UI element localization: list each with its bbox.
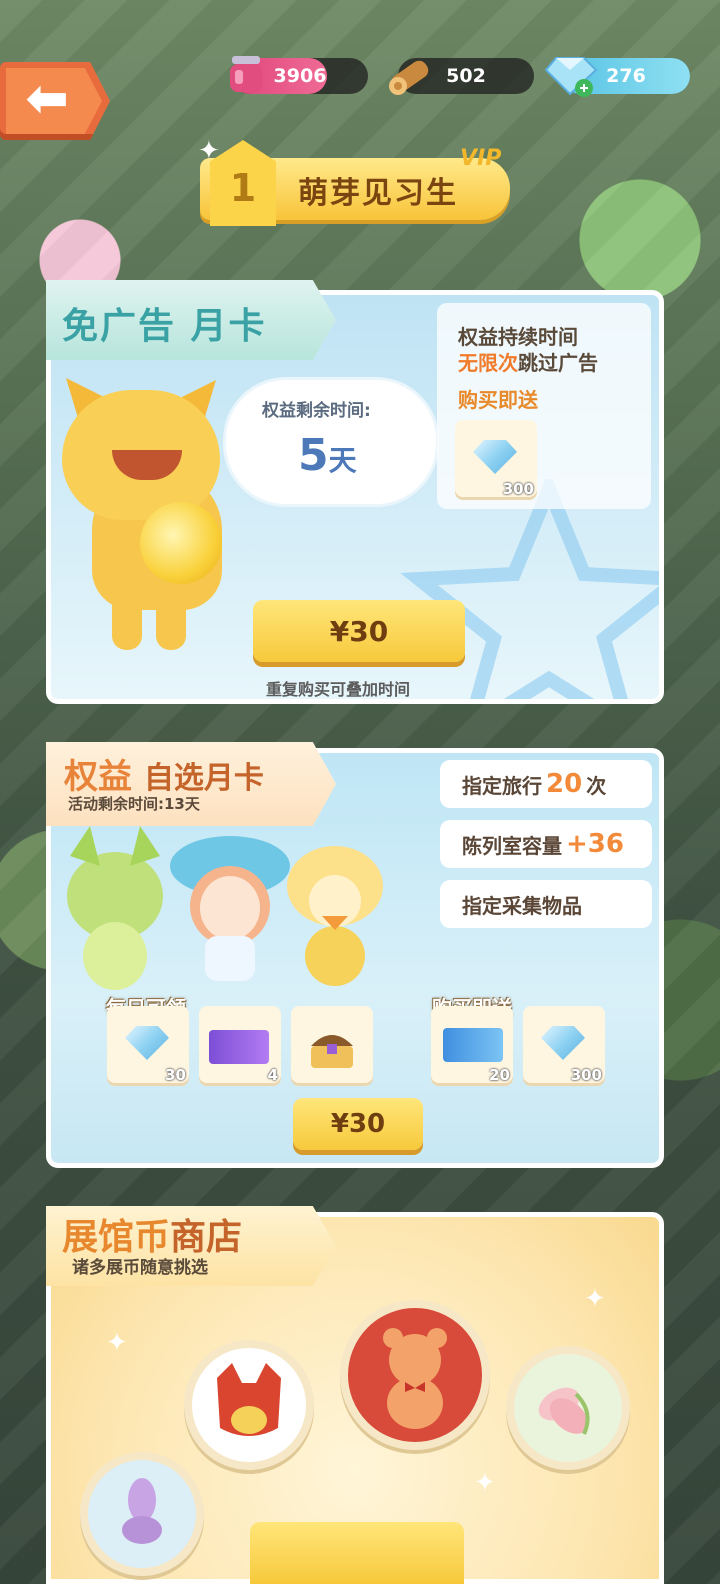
remaining-days: 5天 (298, 430, 357, 481)
jam-jar-icon (226, 52, 266, 96)
custom-card-title: 权益 自选月卡 (64, 757, 264, 797)
lavender-plant-icon (122, 1478, 162, 1544)
vip-tag: VIP (460, 146, 502, 171)
fox-mask-icon (217, 1363, 281, 1436)
remaining-time-label: 权益剩余时间: (262, 401, 371, 421)
shop-item-plant[interactable] (80, 1452, 204, 1576)
benefit-skip-ads: 无限次跳过广告 (458, 351, 598, 375)
characters-illustration (67, 826, 383, 990)
sparkle-icon: ✦ (474, 1468, 496, 1498)
teddy-bear-icon (383, 1328, 447, 1429)
shop-item-flower[interactable] (506, 1346, 630, 1470)
perk-showroom-capacity: 陈列室容量 +36 (440, 820, 652, 868)
coin-shop-subtitle: 诸多展币随意挑选 (72, 1258, 208, 1278)
bonus-ticket-slot[interactable]: 20 (431, 1006, 513, 1086)
pink-flower-icon (538, 1387, 590, 1435)
sparkle-icon: ✦ (198, 136, 220, 166)
sparkle-icon: ✦ (584, 1284, 606, 1314)
chest-icon (311, 1035, 353, 1068)
perk-travel: 指定旅行 20 次 (440, 760, 652, 808)
ticket-purple-icon (209, 1030, 269, 1064)
jam-count: 3906 (273, 65, 327, 87)
bonus-gem-slot[interactable]: 300 (455, 420, 537, 500)
bonus-label: 购买即送 (458, 388, 538, 412)
shop-item-fox[interactable] (184, 1340, 314, 1470)
ad-free-card-title: 免广告 月卡 (62, 306, 267, 347)
gem-add-icon[interactable] (544, 52, 600, 98)
shop-enter-button[interactable] (250, 1522, 464, 1584)
wood-log-icon (384, 52, 434, 100)
ad-free-buy-button[interactable]: ¥30 (253, 600, 465, 662)
sparkle-icon: ✦ (106, 1328, 128, 1358)
gem-count: 276 (606, 65, 646, 87)
stack-time-note: 重复购买可叠加时间 (266, 680, 411, 699)
daily-chest-slot[interactable] (291, 1006, 373, 1086)
event-remaining-time: 活动剩余时间:13天 (68, 795, 200, 813)
gem-icon (541, 1026, 585, 1060)
perk-gather-item: 指定采集物品 (440, 880, 652, 928)
ticket-blue-icon (443, 1028, 503, 1062)
star-decoration-icon (400, 479, 659, 699)
back-button[interactable]: ⬅ (0, 62, 110, 140)
vip-title: 萌芽见习生 (298, 176, 458, 211)
back-arrow-icon: ⬅ (25, 69, 69, 129)
wood-count: 502 (446, 65, 486, 87)
golden-orb-icon (140, 502, 222, 584)
gem-icon (125, 1026, 169, 1060)
custom-card-buy-button[interactable]: ¥30 (293, 1098, 423, 1150)
bonus-gem-slot-2[interactable]: 300 (523, 1006, 605, 1086)
daily-gem-slot[interactable]: 30 (107, 1006, 189, 1086)
gem-icon (473, 440, 517, 474)
daily-ticket-slot[interactable]: 4 (199, 1006, 281, 1086)
benefit-duration-label: 权益持续时间 (458, 325, 578, 349)
shop-item-bear[interactable] (340, 1300, 490, 1450)
